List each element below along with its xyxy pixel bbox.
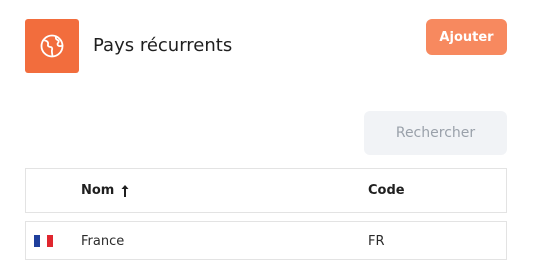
column-header-code[interactable]: Code — [368, 182, 405, 200]
country-name: France — [81, 234, 125, 249]
page-title: Pays récurrents — [93, 35, 233, 56]
recurring-countries-page: Pays récurrents Ajouter Rechercher Nom C… — [0, 0, 535, 276]
country-code: FR — [368, 234, 385, 249]
countries-table: Nom Code France FR — [25, 168, 507, 260]
search-button[interactable]: Rechercher — [364, 111, 507, 155]
france-flag-icon — [34, 235, 53, 247]
add-button[interactable]: Ajouter — [426, 19, 507, 55]
column-header-name-label: Nom — [81, 183, 115, 198]
table-row[interactable]: France FR — [25, 221, 507, 260]
table-header: Nom Code — [25, 168, 507, 213]
globe-icon — [25, 19, 79, 73]
arrow-up-icon — [120, 184, 130, 198]
column-header-name[interactable]: Nom — [81, 182, 130, 200]
